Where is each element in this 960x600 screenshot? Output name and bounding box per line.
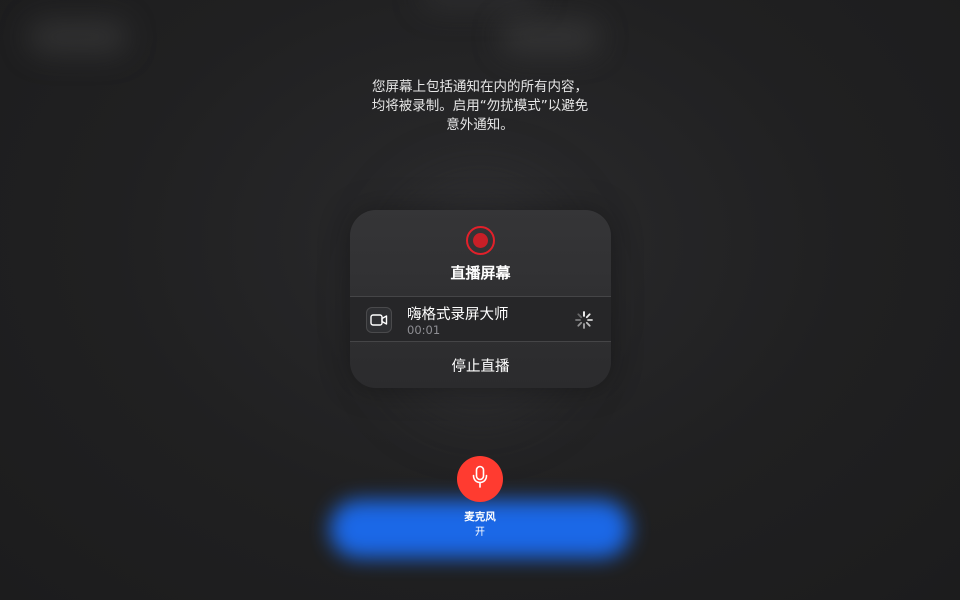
stop-broadcast-button[interactable]: 停止直播 — [350, 342, 611, 388]
notice-line: 意外通知。 — [446, 117, 514, 133]
background-blur — [28, 20, 128, 54]
microphone-icon — [471, 465, 489, 493]
notice-line: 均将被录制。启用“勿扰模式”以避免 — [371, 98, 589, 114]
app-name: 嗨格式录屏大师 — [407, 307, 509, 323]
background-blur — [500, 20, 600, 54]
elapsed-time: 00:01 — [407, 323, 441, 337]
card-title: 直播屏幕 — [450, 264, 511, 282]
background-blur — [420, 0, 540, 10]
loading-spinner-icon — [574, 310, 594, 330]
broadcast-card: 直播屏幕 嗨格式录屏大师 00:01 停止直播 — [350, 210, 611, 388]
video-camera-icon — [366, 307, 392, 333]
microphone-state: 开 — [475, 527, 485, 538]
notice-line: 您屏幕上包括通知在内的所有内容， — [372, 79, 588, 95]
microphone-label: 麦克风 — [464, 511, 496, 523]
recording-notice: 您屏幕上包括通知在内的所有内容， 均将被录制。启用“勿扰模式”以避免 意外通知。 — [340, 78, 620, 135]
screen-broadcast-sheet: 您屏幕上包括通知在内的所有内容， 均将被录制。启用“勿扰模式”以避免 意外通知。… — [0, 0, 960, 600]
microphone-toggle-button[interactable] — [457, 456, 503, 502]
record-icon — [466, 226, 495, 255]
broadcast-app-row[interactable]: 嗨格式录屏大师 00:01 — [350, 296, 611, 342]
